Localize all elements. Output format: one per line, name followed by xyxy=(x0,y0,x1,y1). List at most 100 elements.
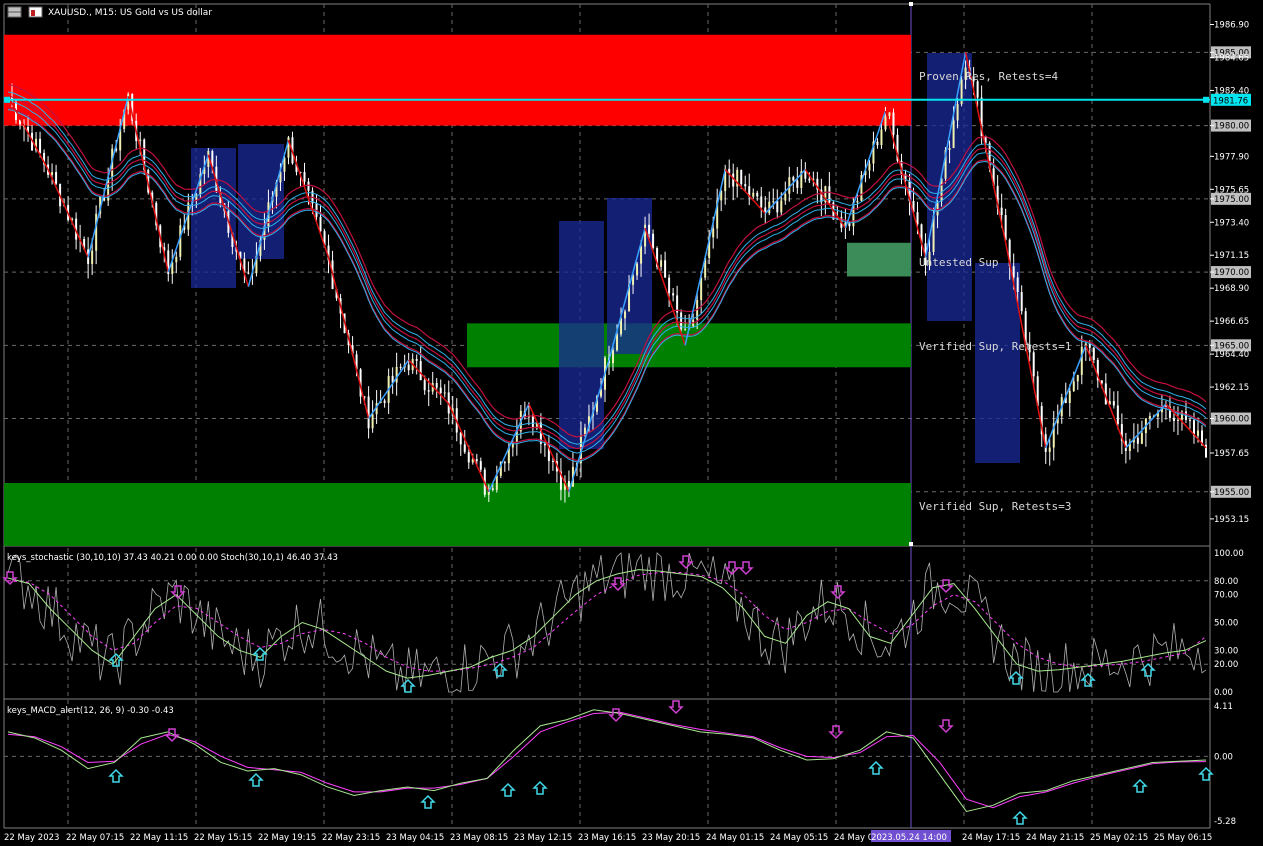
candle-body xyxy=(1032,352,1035,377)
x-tick-label-6: 23 May 04:15 xyxy=(386,833,444,843)
chart-icon[interactable] xyxy=(28,6,43,18)
candle-body xyxy=(1196,430,1199,436)
candle-body xyxy=(383,400,386,403)
candle-body xyxy=(672,293,675,296)
candle-body xyxy=(55,172,58,184)
candle-body xyxy=(772,201,775,203)
y-tick-label-15: 1964.40 xyxy=(1214,350,1249,360)
pattern-box-5 xyxy=(975,263,1020,463)
candle-body xyxy=(495,475,498,490)
candle-body xyxy=(1080,346,1083,375)
y-tick-label-2: 1984.65 xyxy=(1214,53,1249,63)
stoch-y-label-2: 70.00 xyxy=(1214,591,1238,601)
candle-body xyxy=(884,116,887,130)
chart-icon-bar xyxy=(31,10,35,16)
candle-body xyxy=(640,246,643,264)
candle-body xyxy=(475,459,478,462)
candle-body xyxy=(399,366,402,368)
x-tick-label-5: 22 May 23:15 xyxy=(322,833,380,843)
y-tick-label-11: 1970.00 xyxy=(1214,268,1249,278)
y-tick-label-5: 1980.00 xyxy=(1214,122,1249,132)
macd-title: keys_MACD_alert(12, 26, 9) -0.30 -0.43 xyxy=(7,706,174,716)
x-tick-label-4: 22 May 19:15 xyxy=(258,833,316,843)
candle-body xyxy=(139,139,142,142)
stoch-y-label-5: 20.00 xyxy=(1214,660,1238,670)
candle-body xyxy=(624,311,627,319)
y-tick-label-19: 1955.00 xyxy=(1214,488,1249,498)
zone-label-1: Untested Sup xyxy=(919,256,998,269)
y-tick-label-9: 1973.40 xyxy=(1214,218,1249,228)
candle-body xyxy=(459,432,462,445)
candle-body xyxy=(660,260,663,267)
x-tick-label-9: 23 May 16:15 xyxy=(578,833,636,843)
candle-body xyxy=(51,172,54,175)
y-tick-label-10: 1971.15 xyxy=(1214,251,1249,261)
candle-body xyxy=(175,256,178,263)
candle-body xyxy=(395,366,398,383)
candle-body xyxy=(876,141,879,146)
candle-body xyxy=(407,364,410,371)
candle-body xyxy=(567,481,570,487)
x-tick-label-16: 24 May 21:15 xyxy=(1026,833,1084,843)
x-tick-label-10: 23 May 20:15 xyxy=(642,833,700,843)
candle-body xyxy=(543,443,546,446)
candle-body xyxy=(1140,433,1143,444)
zone-label-2: Verified Sup, Retests=1 xyxy=(919,340,1071,353)
candle-body xyxy=(95,213,98,251)
candle-body xyxy=(684,329,687,331)
candle-body xyxy=(319,216,322,232)
pattern-box-4 xyxy=(927,53,972,321)
candle-body xyxy=(936,201,939,216)
candle-body xyxy=(91,250,94,264)
x-tick-label-18: 25 May 06:15 xyxy=(1154,833,1212,843)
y-tick-label-20: 1953.15 xyxy=(1214,515,1249,525)
x-tick-label-3: 22 May 15:15 xyxy=(194,833,252,843)
candle-body xyxy=(952,120,955,149)
candle-body xyxy=(1136,437,1139,444)
hline-handle-right xyxy=(1203,96,1209,103)
chart-canvas[interactable]: Proven Res, Retests=4 Untested Sup Verifie… xyxy=(0,0,1263,846)
candle-body xyxy=(1072,381,1075,391)
candle-body xyxy=(39,138,42,153)
candle-body xyxy=(948,148,951,150)
macd-y-label-0: 4.11 xyxy=(1214,702,1233,712)
chart-background xyxy=(0,0,1263,846)
x-tick-label-17: 25 May 02:15 xyxy=(1090,833,1148,843)
candle-body xyxy=(744,184,747,187)
x-tick-label-2: 22 May 11:15 xyxy=(130,833,188,843)
candle-body xyxy=(1112,401,1115,406)
y-tick-label-17: 1960.00 xyxy=(1214,415,1249,425)
candle-body xyxy=(888,112,891,117)
candle-body xyxy=(427,390,430,392)
y-tick-label-3: 1982.40 xyxy=(1214,86,1249,96)
candle-body xyxy=(868,163,871,171)
candle-body xyxy=(439,387,442,393)
candle-body xyxy=(367,396,370,429)
candle-body xyxy=(956,104,959,121)
candle-body xyxy=(503,462,506,464)
macd-y-label-2: -5.28 xyxy=(1214,817,1236,827)
candle-body xyxy=(856,200,859,203)
zone-label-0: Proven Res, Retests=4 xyxy=(919,70,1058,83)
candle-body xyxy=(780,200,783,213)
candle-body xyxy=(423,380,426,391)
zone-resistance-0 xyxy=(4,34,911,126)
symbol-title: XAUUSD., M15: US Gold vs US dollar xyxy=(48,8,212,18)
candle-body xyxy=(616,334,619,351)
x-tick-label-14: 2023.05.24 14:00 xyxy=(871,833,947,843)
x-tick-label-7: 23 May 08:15 xyxy=(450,833,508,843)
x-tick-label-0: 22 May 2023 xyxy=(4,833,59,843)
candle-body xyxy=(1016,277,1019,293)
candle-body xyxy=(443,392,446,394)
candle-body xyxy=(1176,419,1179,421)
candle-body xyxy=(435,383,438,388)
y-tick-label-8: 1975.00 xyxy=(1214,195,1249,205)
candle-body xyxy=(415,358,418,361)
hline-handle-left xyxy=(4,96,10,103)
stoch-title: keys_stochastic (30,10,10) 37.43 40.21 0… xyxy=(7,553,338,563)
zone-label-3: Verified Sup, Retests=3 xyxy=(919,500,1071,513)
candle-body xyxy=(491,488,494,490)
candle-body xyxy=(371,414,374,429)
candle-body xyxy=(479,461,482,470)
candle-body xyxy=(1076,374,1079,382)
